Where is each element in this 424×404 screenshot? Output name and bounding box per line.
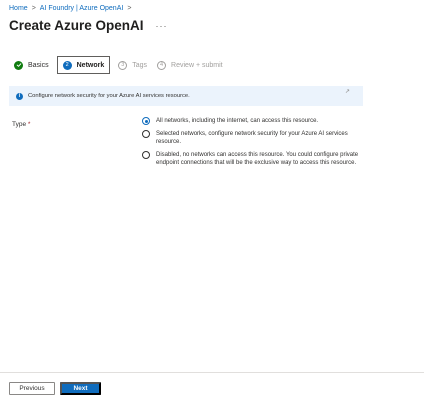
step-number: 3 — [118, 60, 128, 70]
info-icon: i — [16, 92, 23, 100]
checkmark-icon — [14, 60, 23, 70]
breadcrumb-separator: > — [31, 5, 36, 12]
network-type-radio-group: All networks, including the internet, ca… — [142, 117, 372, 172]
radio-option-label: All networks, including the internet, ca… — [156, 118, 319, 124]
tab-label: Network — [76, 61, 105, 69]
radio-button[interactable] — [142, 129, 150, 138]
breadcrumb-item-home[interactable]: Home — [9, 5, 28, 12]
step-number: 2 — [62, 60, 72, 70]
type-label-text: Type — [12, 121, 27, 128]
more-options-icon[interactable]: ··· — [156, 21, 168, 31]
next-button[interactable]: Next — [60, 382, 101, 395]
tab-network[interactable]: 2 Network — [56, 56, 111, 74]
required-asterisk: * — [27, 121, 31, 128]
tab-basics[interactable]: Basics — [9, 56, 54, 74]
tab-label: Basics — [28, 61, 49, 69]
breadcrumb: Home > AI Foundry | Azure OpenAI > — [9, 5, 131, 12]
radio-option-selected-networks[interactable]: Selected networks, configure network sec… — [142, 129, 372, 147]
tab-label: Review + submit — [171, 61, 223, 69]
wizard-steps: Basics 2 Network 3 Tags 4 Review + submi… — [9, 56, 228, 74]
type-field-label: Type * — [12, 121, 30, 128]
step-number: 4 — [157, 60, 167, 70]
tab-review-submit[interactable]: 4 Review + submit — [152, 56, 228, 74]
tab-tags[interactable]: 3 Tags — [113, 56, 152, 74]
page-title: Create Azure OpenAI — [9, 18, 144, 33]
info-message-bar: i Configure network security for your Az… — [9, 86, 363, 106]
previous-button[interactable]: Previous — [9, 382, 55, 395]
radio-option-disabled[interactable]: Disabled, no networks can access this re… — [142, 150, 372, 168]
tab-label: Tags — [132, 61, 148, 69]
breadcrumb-separator: > — [127, 5, 132, 12]
footer-divider — [0, 372, 424, 373]
radio-option-label: Selected networks, configure network sec… — [156, 130, 348, 146]
radio-option-all-networks[interactable]: All networks, including the internet, ca… — [142, 117, 372, 126]
radio-option-label: Disabled, no networks can access this re… — [156, 151, 359, 167]
info-message-text: Configure network security for your Azur… — [28, 93, 190, 99]
breadcrumb-item-ai-foundry[interactable]: AI Foundry | Azure OpenAI — [40, 5, 124, 12]
external-link-icon[interactable]: ↗ — [345, 88, 350, 95]
radio-button[interactable] — [142, 150, 150, 159]
radio-button-selected[interactable] — [142, 117, 150, 125]
title-row: Create Azure OpenAI ··· — [9, 18, 168, 33]
